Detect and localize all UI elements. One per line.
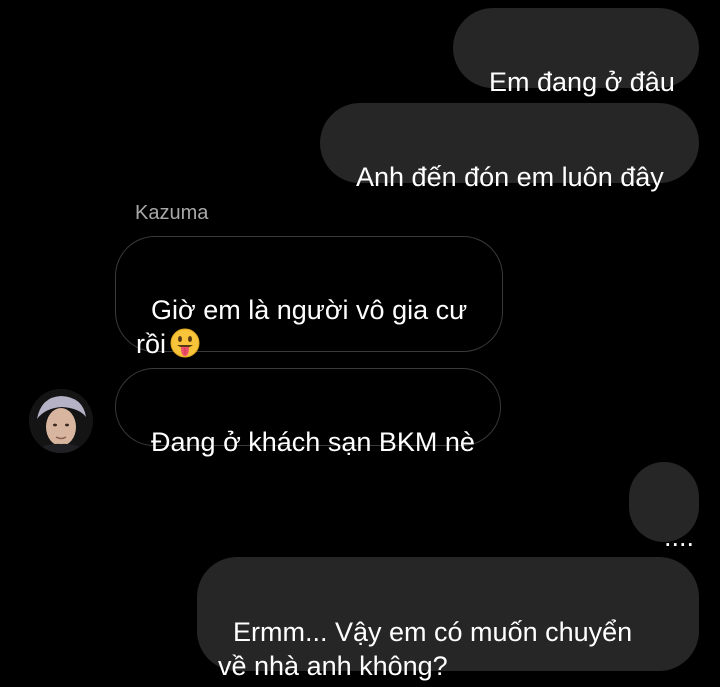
message-text: Anh đến đón em luôn đây bbox=[356, 162, 664, 192]
tongue-out-emoji-icon bbox=[170, 328, 200, 358]
message-bubble-incoming[interactable]: Giờ em là người vô gia cư rồi bbox=[115, 236, 503, 359]
message-bubble-outgoing[interactable]: .... bbox=[629, 462, 699, 552]
avatar[interactable] bbox=[29, 389, 93, 453]
message-text: Em đang ở đâu bbox=[489, 67, 675, 97]
message-bubble-outgoing[interactable]: Anh đến đón em luôn đây bbox=[320, 103, 699, 192]
avatar-image bbox=[29, 389, 93, 453]
message-text: Đang ở khách sạn BKM nè bbox=[151, 427, 475, 457]
message-bubble-incoming[interactable]: Đang ở khách sạn BKM nè bbox=[115, 368, 501, 457]
message-text: Ermm... Vậy em có muốn chuyển về nhà anh… bbox=[218, 617, 633, 681]
message-text: .... bbox=[664, 522, 695, 552]
sender-name: Kazuma bbox=[135, 202, 209, 224]
message-bubble-outgoing[interactable]: Ermm... Vậy em có muốn chuyển về nhà anh… bbox=[197, 557, 699, 681]
message-bubble-outgoing[interactable]: Em đang ở đâu bbox=[453, 8, 699, 97]
